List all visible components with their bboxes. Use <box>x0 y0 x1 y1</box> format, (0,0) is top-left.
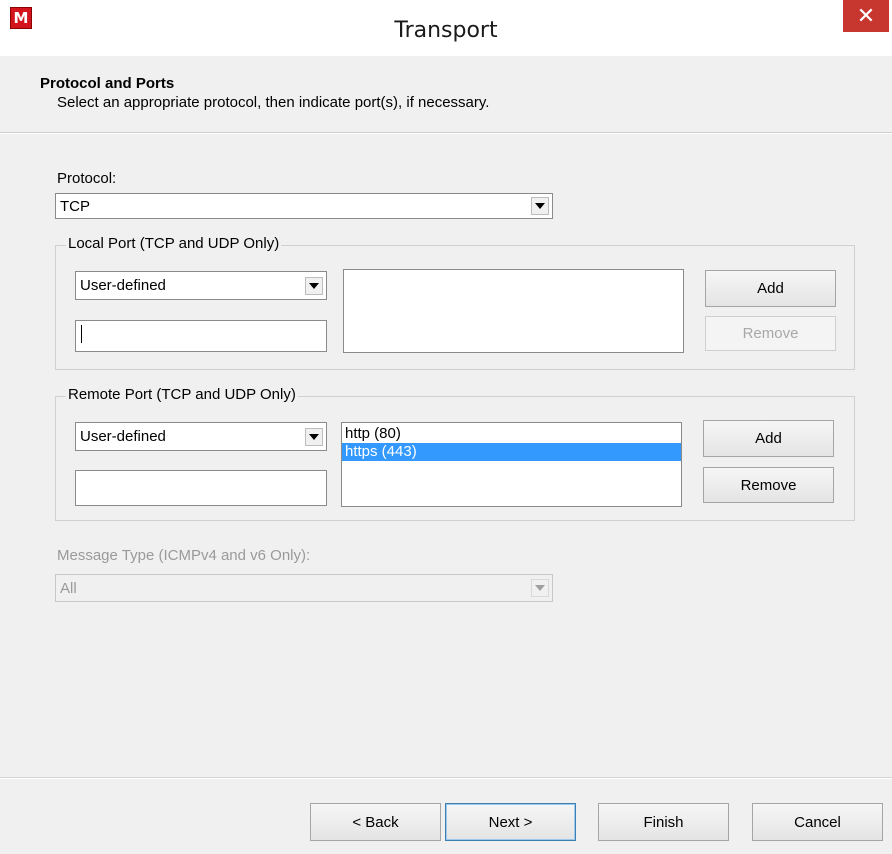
remote-port-type-value: User-defined <box>80 428 166 445</box>
message-type-value: All <box>60 579 77 597</box>
close-icon: ✕ <box>856 3 876 29</box>
protocol-dropdown[interactable]: TCP <box>55 193 553 219</box>
local-port-add-button[interactable]: Add <box>705 270 836 307</box>
local-port-input[interactable] <box>75 320 327 352</box>
local-port-type-value: User-defined <box>80 277 166 294</box>
next-button[interactable]: Next > <box>445 803 576 841</box>
page-subtitle: Select an appropriate protocol, then ind… <box>57 94 490 111</box>
remote-port-add-button[interactable]: Add <box>703 420 834 457</box>
message-type-label: Message Type (ICMPv4 and v6 Only): <box>57 547 311 564</box>
window-title: Transport <box>394 18 498 43</box>
chevron-down-icon <box>305 427 323 446</box>
chevron-down-icon <box>305 276 323 295</box>
back-button[interactable]: < Back <box>310 803 441 841</box>
list-item[interactable]: http (80) <box>342 425 681 443</box>
page-title: Protocol and Ports <box>40 75 175 92</box>
local-port-type-dropdown[interactable]: User-defined <box>75 271 327 300</box>
protocol-value: TCP <box>60 197 90 215</box>
header-divider <box>0 133 892 134</box>
local-port-remove-button[interactable]: Remove <box>705 316 836 351</box>
cancel-button[interactable]: Cancel <box>752 803 883 841</box>
local-port-list[interactable] <box>343 269 684 353</box>
close-button[interactable]: ✕ <box>843 0 889 32</box>
chevron-down-icon <box>531 579 549 597</box>
footer-divider-highlight <box>0 778 892 779</box>
remote-port-remove-button[interactable]: Remove <box>703 467 834 503</box>
protocol-label: Protocol: <box>57 170 117 187</box>
message-type-dropdown[interactable]: All <box>55 574 553 602</box>
finish-button[interactable]: Finish <box>598 803 729 841</box>
list-item-selected[interactable]: https (443) <box>342 443 681 461</box>
text-caret <box>81 325 82 343</box>
remote-port-type-dropdown[interactable]: User-defined <box>75 422 327 451</box>
remote-port-input[interactable] <box>75 470 327 506</box>
remote-port-list[interactable]: http (80) https (443) <box>341 422 682 507</box>
chevron-down-icon <box>531 197 549 215</box>
remote-port-legend: Remote Port (TCP and UDP Only) <box>66 386 298 403</box>
local-port-legend: Local Port (TCP and UDP Only) <box>66 235 282 252</box>
